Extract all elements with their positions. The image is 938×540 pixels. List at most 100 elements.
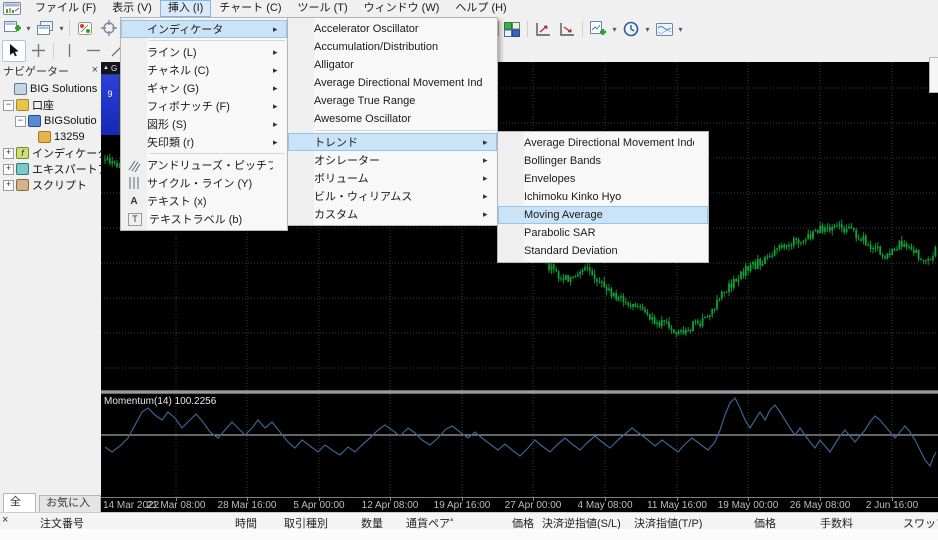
- menu-item-label: カスタム: [314, 209, 358, 221]
- menu-item-g[interactable]: ギャン (G) ▸: [121, 79, 287, 97]
- profiles-dropdown[interactable]: ▾: [57, 18, 66, 38]
- menu-item-[interactable]: インディケータ ▸: [121, 20, 287, 38]
- menu-item-label: Accumulation/Distribution: [314, 41, 439, 53]
- menu-item-[interactable]: ボリューム ▸: [288, 169, 497, 187]
- menu-item-s[interactable]: 図形 (S) ▸: [121, 115, 287, 133]
- navigator-item-2[interactable]: − BIGSolutio: [0, 113, 101, 129]
- navigator-item-5[interactable]: + エキスパートアド: [0, 161, 101, 177]
- menu-item-l[interactable]: ライン (L) ▸: [121, 43, 287, 61]
- chart-title-fragment: G: [110, 63, 118, 73]
- indicators-dropdown[interactable]: ▾: [610, 19, 619, 39]
- templates-button[interactable]: [652, 18, 676, 40]
- submenu-arrow-icon: ▸: [483, 154, 488, 165]
- menubar-item-1[interactable]: 表示 (V): [104, 0, 160, 17]
- profiles-button[interactable]: [33, 17, 57, 39]
- collapse-minus-icon[interactable]: −: [3, 99, 14, 111]
- submenu-arrow-icon: ▸: [273, 23, 278, 34]
- zoom-in-button[interactable]: [531, 18, 555, 40]
- toolbox-close-icon[interactable]: ×: [2, 514, 8, 526]
- navigator-close-icon[interactable]: ×: [92, 65, 98, 76]
- crosshair-target-button[interactable]: [97, 17, 121, 39]
- menu-item-accumulation-distribution[interactable]: Accumulation/Distribution: [288, 38, 497, 56]
- navigator-item-0[interactable]: BIG Solutions MT-: [0, 81, 101, 97]
- periods-dropdown[interactable]: ▾: [643, 19, 652, 39]
- crosshair-icon: [31, 44, 45, 57]
- menu-item-y[interactable]: サイクル・ライン (Y): [121, 174, 287, 192]
- menu-item-[interactable]: カスタム ▸: [288, 205, 497, 223]
- axis-tick: [247, 498, 248, 501]
- menu-item-[interactable]: ビル・ウィリアムス ▸: [288, 187, 497, 205]
- submenu-arrow-icon: ▸: [483, 136, 488, 147]
- trend-submenu-popup: Average Directional Movement Index Bollin…: [497, 131, 709, 263]
- pitchfork-icon: [121, 157, 147, 173]
- one-click-trading-fragment[interactable]: 9: [101, 75, 120, 135]
- chart-window-titlebar-fragment: ▲ G: [101, 62, 120, 75]
- tree-item-label: BIGSolutio: [44, 115, 97, 127]
- menu-item-label: ライン (L): [147, 47, 197, 59]
- menu-icon-empty: [288, 134, 314, 150]
- navigator-item-1[interactable]: − 口座: [0, 97, 101, 113]
- tree-item-label: エキスパートアド: [32, 164, 101, 176]
- menu-item-c[interactable]: チャネル (C) ▸: [121, 61, 287, 79]
- menu-item-envelopes[interactable]: Envelopes: [498, 170, 708, 188]
- expand-plus-icon[interactable]: +: [3, 179, 14, 191]
- vertical-line-button[interactable]: [57, 40, 81, 62]
- menu-item-bollinger-bands[interactable]: Bollinger Bands: [498, 152, 708, 170]
- menu-icon-empty: [498, 153, 524, 169]
- new-chart-dropdown[interactable]: ▾: [24, 18, 33, 38]
- navigator-tab-1[interactable]: お気に入り: [39, 495, 101, 524]
- periods-clock-button[interactable]: [619, 18, 643, 40]
- indicators-add-button[interactable]: [586, 18, 610, 40]
- symbols-icon: [78, 21, 92, 35]
- menu-item-awesome-oscillator[interactable]: Awesome Oscillator: [288, 110, 497, 128]
- menu-item-r[interactable]: 矢印類 (r) ▸: [121, 133, 287, 151]
- collapse-minus-icon[interactable]: −: [15, 115, 26, 127]
- text-icon: A: [130, 195, 138, 207]
- menu-item-ichimoku-kinko-hyo[interactable]: Ichimoku Kinko Hyo: [498, 188, 708, 206]
- menu-item-[interactable]: トレンド ▸: [288, 133, 497, 151]
- menu-item-accelerator-oscillator[interactable]: Accelerator Oscillator: [288, 20, 497, 38]
- navigator-tab-0[interactable]: 全般: [3, 493, 37, 525]
- symbols-button[interactable]: [73, 17, 97, 39]
- crosshair-button[interactable]: [26, 40, 50, 62]
- menu-item-parabolic-sar[interactable]: Parabolic SAR: [498, 224, 708, 242]
- menu-item-f[interactable]: フィボナッチ (F) ▸: [121, 97, 287, 115]
- menubar-item-0[interactable]: ファイル (F): [27, 0, 104, 17]
- menu-item-x[interactable]: A テキスト (x): [121, 192, 287, 210]
- menu-item-a[interactable]: アンドリューズ・ピッチフォーク (A): [121, 156, 287, 174]
- submenu-arrow-icon: ▸: [273, 100, 278, 111]
- horizontal-line-button[interactable]: [81, 40, 105, 62]
- cursor-button[interactable]: [2, 39, 26, 62]
- time-axis-label: 28 Mar 16:00: [217, 500, 277, 511]
- zoom-out-button[interactable]: [555, 18, 579, 40]
- time-axis-label: 19 May 00:00: [717, 500, 779, 511]
- menu-item-label: Average Directional Movement Index: [314, 77, 483, 89]
- menu-icon-empty: [121, 44, 147, 60]
- templates-dropdown[interactable]: ▾: [676, 19, 685, 39]
- menu-icon-empty: [288, 21, 314, 37]
- menu-item-[interactable]: オシレーター ▸: [288, 151, 497, 169]
- menubar-item-5[interactable]: ウィンドウ (W): [356, 0, 448, 17]
- tree-item-label: BIG Solutions MT-: [30, 83, 101, 95]
- menu-item-average-directional-movement-index[interactable]: Average Directional Movement Index: [288, 74, 497, 92]
- tile-windows-button[interactable]: [500, 18, 524, 40]
- menubar-item-2[interactable]: 挿入 (I): [159, 0, 212, 17]
- menu-item-label: 矢印類 (r): [147, 137, 195, 149]
- menu-item-alligator[interactable]: Alligator: [288, 56, 497, 74]
- new-chart-button[interactable]: [0, 17, 24, 39]
- expand-plus-icon[interactable]: +: [3, 147, 14, 159]
- time-axis[interactable]: 14 Mar 2022 21 Mar 08:00 28 Mar 16:00 5 Apr…: [101, 497, 938, 512]
- menubar-item-4[interactable]: ツール (T): [290, 0, 356, 17]
- expand-plus-icon[interactable]: +: [3, 163, 14, 175]
- menu-item-average-true-range[interactable]: Average True Range: [288, 92, 497, 110]
- menu-item-standard-deviation[interactable]: Standard Deviation: [498, 242, 708, 260]
- navigator-item-3[interactable]: 13259: [0, 129, 101, 145]
- menu-item-average-directional-movement-index[interactable]: Average Directional Movement Index: [498, 134, 708, 152]
- menubar-item-6[interactable]: ヘルプ (H): [447, 0, 514, 17]
- menu-item-moving-average[interactable]: Moving Average: [498, 206, 708, 224]
- menu-item-b[interactable]: T テキストラベル (b): [121, 210, 287, 228]
- navigator-item-6[interactable]: + スクリプト: [0, 177, 101, 193]
- navigator-item-4[interactable]: + f インディケータ: [0, 145, 101, 161]
- menu-item-label: アンドリューズ・ピッチフォーク (A): [147, 160, 273, 172]
- menubar-item-3[interactable]: チャート (C): [211, 0, 289, 17]
